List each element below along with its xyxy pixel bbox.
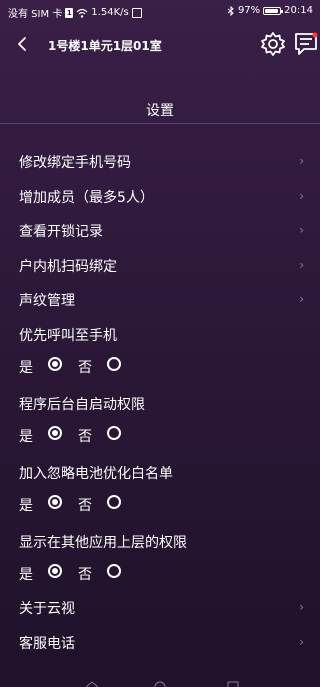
yes-label: 是 <box>19 498 33 514</box>
notification-icon <box>131 7 142 18</box>
status-left: 没有 SIM 卡 1 1.54K/s <box>8 5 142 20</box>
menu-item-label: 查看开锁记录 <box>19 224 103 240</box>
menu-item-label: 声纹管理 <box>19 293 75 309</box>
gear-icon[interactable] <box>259 30 287 58</box>
chevron-right-icon: › <box>299 635 304 649</box>
menu-item-label: 客服电话 <box>19 636 75 652</box>
setting-battery-whitelist: 加入忽略电池优化白名单 <box>0 457 320 487</box>
battery-icon <box>263 6 284 15</box>
menu-item-label: 户内机扫码绑定 <box>19 259 117 275</box>
menu-item-voiceprint[interactable]: 声纹管理 › <box>0 284 320 314</box>
no-label: 否 <box>78 429 92 445</box>
room-title: 1号楼1单元1层01室 <box>48 39 162 53</box>
yes-radio[interactable] <box>48 495 62 509</box>
radio-group: 是 否 <box>0 354 320 378</box>
clock: 20:14 <box>284 5 313 16</box>
setting-label: 程序后台自启动权限 <box>19 397 145 413</box>
message-icon[interactable] <box>293 30 319 58</box>
yes-radio[interactable] <box>48 426 62 440</box>
top-bar: 1号楼1单元1层01室 <box>0 26 320 62</box>
setting-label: 显示在其他应用上层的权限 <box>19 535 187 551</box>
menu-item-indoor-scan-bind[interactable]: 户内机扫码绑定 › <box>0 250 320 280</box>
bluetooth-icon <box>227 5 234 16</box>
menu-item-label: 增加成员（最多5人） <box>19 190 154 206</box>
chevron-right-icon: › <box>299 292 304 306</box>
menu-item-label: 修改绑定手机号码 <box>19 155 131 171</box>
carrier-text: 没有 SIM 卡 <box>8 9 63 20</box>
navigation-bar <box>85 681 239 687</box>
radio-group: 是 否 <box>0 423 320 447</box>
menu-item-unlock-records[interactable]: 查看开锁记录 › <box>0 215 320 245</box>
setting-priority-call: 优先呼叫至手机 <box>0 319 320 349</box>
no-label: 否 <box>78 498 92 514</box>
page-title: 设置 <box>146 103 174 119</box>
chevron-right-icon: › <box>299 189 304 203</box>
no-label: 否 <box>78 360 92 376</box>
setting-label: 加入忽略电池优化白名单 <box>19 466 173 482</box>
no-radio[interactable] <box>107 495 121 509</box>
setting-background-autostart: 程序后台自启动权限 <box>0 388 320 418</box>
sim-badge: 1 <box>65 7 74 18</box>
setting-overlay-permission: 显示在其他应用上层的权限 <box>0 526 320 556</box>
menu-item-add-member[interactable]: 增加成员（最多5人） › <box>0 181 320 211</box>
back-button[interactable] <box>12 32 34 56</box>
status-bar: 没有 SIM 卡 1 1.54K/s 97% 20:14 <box>0 0 320 22</box>
yes-label: 是 <box>19 429 33 445</box>
radio-group: 是 否 <box>0 492 320 516</box>
yes-label: 是 <box>19 360 33 376</box>
chevron-right-icon: › <box>299 600 304 614</box>
no-radio[interactable] <box>107 564 121 578</box>
no-radio[interactable] <box>107 357 121 371</box>
menu-item-label: 关于云视 <box>19 601 75 617</box>
menu-item-about[interactable]: 关于云视 › <box>0 592 320 622</box>
no-radio[interactable] <box>107 426 121 440</box>
chevron-right-icon: › <box>299 223 304 237</box>
status-right: 97% 20:14 <box>227 5 313 16</box>
yes-radio[interactable] <box>48 564 62 578</box>
yes-label: 是 <box>19 567 33 583</box>
wifi-icon <box>76 8 88 18</box>
radio-group: 是 否 <box>0 561 320 585</box>
chevron-right-icon: › <box>299 258 304 272</box>
menu-item-support-phone[interactable]: 客服电话 › <box>0 627 320 657</box>
network-speed: 1.54K/s <box>91 7 129 18</box>
menu-item-change-phone[interactable]: 修改绑定手机号码 › <box>0 146 320 176</box>
no-label: 否 <box>78 567 92 583</box>
divider <box>0 123 320 124</box>
battery-percent: 97% <box>237 5 261 16</box>
yes-radio[interactable] <box>48 357 62 371</box>
chevron-right-icon: › <box>299 154 304 168</box>
setting-label: 优先呼叫至手机 <box>19 328 117 344</box>
